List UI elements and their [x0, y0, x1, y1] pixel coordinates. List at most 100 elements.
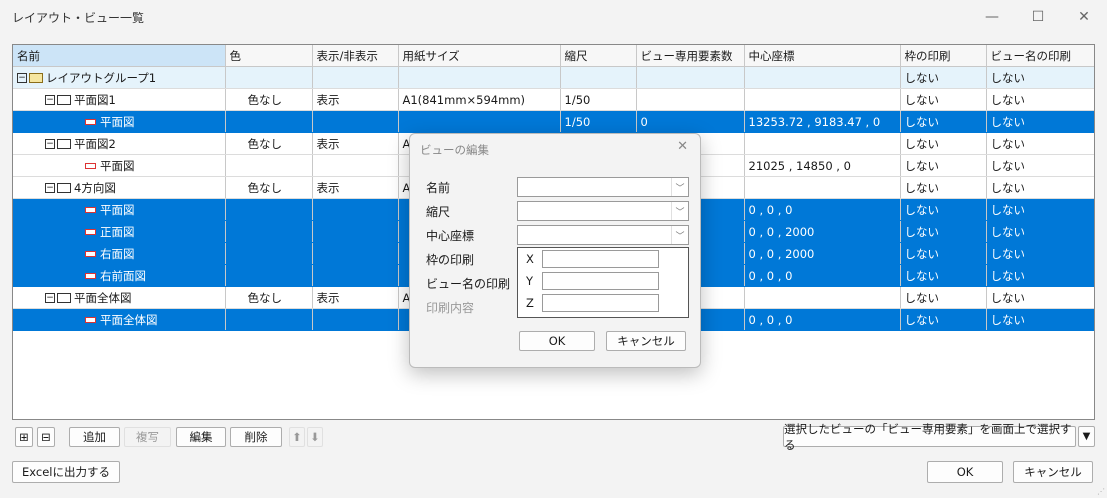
- name-cell[interactable]: 右前面図: [13, 264, 226, 287]
- export-excel-button[interactable]: Excelに出力する: [12, 461, 120, 483]
- frame-cell[interactable]: しない: [900, 132, 987, 155]
- collapse-toggle-icon[interactable]: −: [45, 293, 55, 303]
- name-cell[interactable]: 平面図: [13, 154, 226, 177]
- cancel-button[interactable]: キャンセル: [1013, 461, 1093, 483]
- scale-combo[interactable]: ﹀: [517, 201, 689, 221]
- column-header[interactable]: 中心座標: [744, 45, 901, 67]
- color-cell[interactable]: [225, 154, 313, 177]
- visible-cell[interactable]: [312, 308, 399, 331]
- count-cell[interactable]: [636, 66, 745, 89]
- close-button[interactable]: ✕: [1061, 0, 1107, 34]
- group-row[interactable]: − レイアウトグループ1 しない しない: [13, 66, 1094, 89]
- name-cell[interactable]: − 4方向図: [13, 176, 226, 199]
- edit-button[interactable]: 編集: [176, 427, 226, 447]
- name-combo[interactable]: ﹀: [517, 177, 689, 197]
- chevron-down-icon[interactable]: ﹀: [671, 178, 688, 196]
- visible-cell[interactable]: 表示: [312, 132, 399, 155]
- add-button[interactable]: 追加: [69, 427, 120, 447]
- visible-cell[interactable]: 表示: [312, 176, 399, 199]
- collapse-toggle-icon[interactable]: −: [45, 139, 55, 149]
- name-cell[interactable]: 右面図: [13, 242, 226, 265]
- chevron-down-icon[interactable]: ﹀: [671, 226, 688, 244]
- frame-cell[interactable]: しない: [900, 308, 987, 331]
- frame-cell[interactable]: しない: [900, 154, 987, 177]
- expand-all-button[interactable]: ⊞: [15, 427, 33, 447]
- y-field[interactable]: [542, 272, 659, 290]
- center-cell[interactable]: 0 , 0 , 0: [744, 264, 901, 287]
- color-cell[interactable]: [225, 198, 313, 221]
- viewname-cell[interactable]: しない: [986, 66, 1094, 89]
- name-cell[interactable]: 平面図: [13, 110, 226, 133]
- maximize-button[interactable]: ☐: [1015, 0, 1061, 34]
- viewname-cell[interactable]: しない: [986, 110, 1094, 133]
- frame-cell[interactable]: しない: [900, 176, 987, 199]
- viewname-cell[interactable]: しない: [986, 286, 1094, 309]
- color-cell[interactable]: [225, 220, 313, 243]
- frame-cell[interactable]: しない: [900, 198, 987, 221]
- color-cell[interactable]: 色なし: [225, 286, 313, 309]
- frame-cell[interactable]: しない: [900, 242, 987, 265]
- delete-button[interactable]: 削除: [230, 427, 282, 447]
- dialog-close-button[interactable]: ✕: [677, 139, 688, 154]
- color-cell[interactable]: 色なし: [225, 88, 313, 111]
- center-cell[interactable]: 0 , 0 , 2000: [744, 242, 901, 265]
- center-cell[interactable]: [744, 286, 901, 309]
- column-header[interactable]: 名前: [13, 45, 226, 67]
- center-cell[interactable]: [744, 88, 901, 111]
- name-cell[interactable]: 正面図: [13, 220, 226, 243]
- viewname-cell[interactable]: しない: [986, 198, 1094, 221]
- frame-cell[interactable]: しない: [900, 264, 987, 287]
- name-cell[interactable]: − 平面図2: [13, 132, 226, 155]
- dialog-cancel-button[interactable]: キャンセル: [606, 331, 686, 351]
- count-cell[interactable]: 0: [636, 110, 745, 133]
- name-cell[interactable]: − 平面全体図: [13, 286, 226, 309]
- name-cell[interactable]: − レイアウトグループ1: [13, 66, 226, 89]
- column-header[interactable]: 色: [225, 45, 313, 67]
- center-cell[interactable]: 0 , 0 , 0: [744, 308, 901, 331]
- name-cell[interactable]: − 平面図1: [13, 88, 226, 111]
- center-cell[interactable]: 13253.72 , 9183.47 , 0: [744, 110, 901, 133]
- viewname-cell[interactable]: しない: [986, 132, 1094, 155]
- viewname-cell[interactable]: しない: [986, 154, 1094, 177]
- x-field[interactable]: [542, 250, 659, 268]
- column-header[interactable]: 枠の印刷: [900, 45, 987, 67]
- visible-cell[interactable]: [312, 242, 399, 265]
- column-header[interactable]: ビュー専用要素数: [636, 45, 745, 67]
- paper-cell[interactable]: [398, 110, 561, 133]
- paper-cell[interactable]: A1(841mm×594mm): [398, 88, 561, 111]
- name-cell[interactable]: 平面図: [13, 198, 226, 221]
- minimize-button[interactable]: —: [969, 0, 1015, 34]
- column-header[interactable]: ビュー名の印刷: [986, 45, 1094, 67]
- paper-cell[interactable]: [398, 66, 561, 89]
- center-cell[interactable]: [744, 66, 901, 89]
- visible-cell[interactable]: [312, 66, 399, 89]
- frame-cell[interactable]: しない: [900, 66, 987, 89]
- z-field[interactable]: [542, 294, 659, 312]
- layout-row[interactable]: − 平面図1 色なし 表示 A1(841mm×594mm) 1/50 しない しない: [13, 88, 1094, 111]
- ok-button[interactable]: OK: [927, 461, 1003, 483]
- frame-cell[interactable]: しない: [900, 286, 987, 309]
- viewname-cell[interactable]: しない: [986, 176, 1094, 199]
- view-row[interactable]: 平面図 1/50 0 13253.72 , 9183.47 , 0 しない しない: [13, 110, 1094, 133]
- dialog-ok-button[interactable]: OK: [519, 331, 595, 351]
- center-cell[interactable]: 21025 , 14850 , 0: [744, 154, 901, 177]
- count-cell[interactable]: [636, 88, 745, 111]
- viewname-cell[interactable]: しない: [986, 88, 1094, 111]
- collapse-toggle-icon[interactable]: −: [45, 95, 55, 105]
- frame-cell[interactable]: しない: [900, 220, 987, 243]
- visible-cell[interactable]: [312, 110, 399, 133]
- visible-cell[interactable]: [312, 154, 399, 177]
- chevron-down-icon[interactable]: ﹀: [671, 202, 688, 220]
- center-cell[interactable]: [744, 176, 901, 199]
- select-view-elements-button[interactable]: 選択したビューの「ビュー専用要素」を画面上で選択する: [783, 422, 1076, 452]
- select-view-dropdown-icon[interactable]: ▼: [1078, 426, 1095, 447]
- resize-grip-icon[interactable]: ⋰: [1097, 487, 1105, 496]
- viewname-cell[interactable]: しない: [986, 220, 1094, 243]
- visible-cell[interactable]: 表示: [312, 88, 399, 111]
- move-down-arrow-icon[interactable]: ⬇: [307, 427, 323, 447]
- viewname-cell[interactable]: しない: [986, 308, 1094, 331]
- collapse-all-button[interactable]: ⊟: [37, 427, 55, 447]
- visible-cell[interactable]: [312, 198, 399, 221]
- collapse-toggle-icon[interactable]: −: [45, 183, 55, 193]
- name-cell[interactable]: 平面全体図: [13, 308, 226, 331]
